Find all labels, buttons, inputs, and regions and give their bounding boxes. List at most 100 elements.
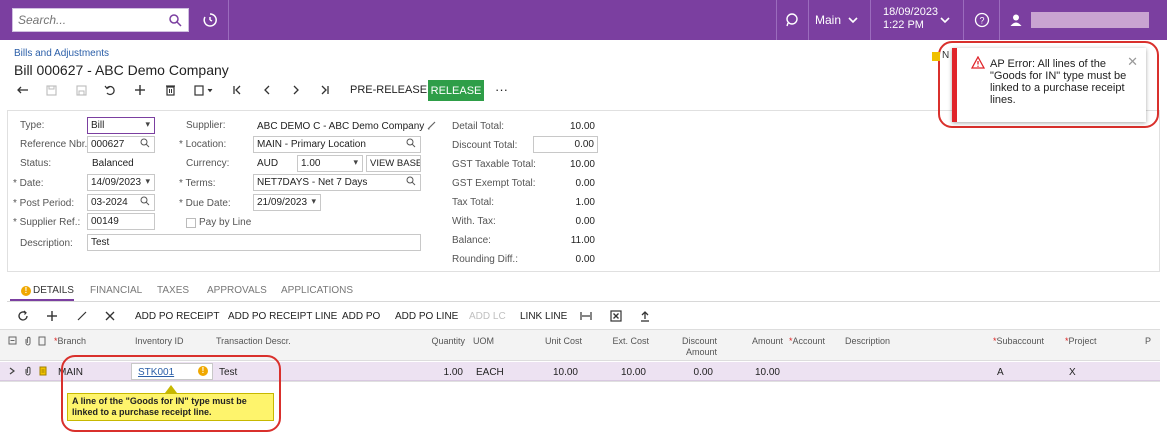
cell-subaccount[interactable]: A <box>997 367 1004 378</box>
add-icon[interactable] <box>132 82 148 98</box>
undo-icon[interactable] <box>102 82 118 98</box>
tab-details[interactable]: DETAILS <box>33 285 74 296</box>
first-record-icon[interactable] <box>229 82 245 98</box>
due-date-value: 21/09/2023 <box>257 197 308 208</box>
column-unit-cost[interactable]: Unit Cost <box>520 336 582 347</box>
status-label: Status: <box>20 158 52 169</box>
search-icon[interactable] <box>168 13 182 27</box>
row-expand-icon[interactable] <box>9 367 15 375</box>
view-base-button[interactable]: VIEW BASE <box>366 155 421 172</box>
location-field[interactable]: MAIN - Primary Location <box>253 136 421 153</box>
description-field[interactable]: Test <box>87 234 421 251</box>
column-discount-amount[interactable]: Discount Amount <box>657 336 717 358</box>
save-close-icon[interactable] <box>43 82 59 98</box>
attachment-icon[interactable] <box>24 366 32 376</box>
column-subaccount[interactable]: *Subaccount <box>993 336 1044 347</box>
notes-label[interactable]: N <box>942 50 949 61</box>
date-time[interactable]: 18/09/2023 1:22 PM <box>883 6 938 32</box>
copy-paste-menu-icon[interactable] <box>192 82 218 98</box>
edit-row-icon[interactable] <box>76 310 88 322</box>
warning-triangle-icon <box>971 56 985 69</box>
tab-approvals[interactable]: APPROVALS <box>207 285 267 296</box>
column-description[interactable]: Description <box>845 336 890 347</box>
breadcrumb[interactable]: Bills and Adjustments <box>14 48 109 59</box>
user-name-redacted[interactable] <box>1031 12 1149 28</box>
notes-icon[interactable] <box>932 52 940 61</box>
due-date-field[interactable]: 21/09/2023 ▾ <box>253 194 321 211</box>
more-actions-button[interactable]: ··· <box>495 82 508 97</box>
next-record-icon[interactable] <box>288 82 304 98</box>
add-lc-button[interactable]: ADD LC <box>469 311 506 322</box>
release-button[interactable]: RELEASE <box>428 80 484 101</box>
with-tax-value: 0.00 <box>575 216 595 227</box>
notes-icon[interactable] <box>39 366 47 376</box>
column-branch[interactable]: *Branch <box>54 336 86 347</box>
cell-amount[interactable]: 10.00 <box>722 367 780 378</box>
description-label: Description: <box>20 238 73 249</box>
pay-by-line-checkbox[interactable] <box>186 218 196 228</box>
cell-unit-cost[interactable]: 10.00 <box>520 367 578 378</box>
chevron-down-icon[interactable] <box>936 0 954 40</box>
attachment-icon <box>25 336 31 346</box>
chat-icon[interactable] <box>780 0 804 40</box>
column-amount[interactable]: Amount <box>725 336 783 347</box>
cell-project[interactable]: X <box>1069 367 1076 378</box>
refresh-icon[interactable] <box>17 310 29 322</box>
fit-columns-icon[interactable] <box>580 311 592 321</box>
history-icon[interactable] <box>196 0 224 40</box>
add-po-receipt-line-button[interactable]: ADD PO RECEIPT LINE <box>228 311 337 322</box>
add-po-button[interactable]: ADD PO <box>342 311 380 322</box>
add-po-line-button[interactable]: ADD PO LINE <box>395 311 458 322</box>
date-field[interactable]: 14/09/2023 ▾ <box>87 174 155 191</box>
add-po-receipt-button[interactable]: ADD PO RECEIPT <box>135 311 219 322</box>
terms-field[interactable]: NET7DAYS - Net 7 Days <box>253 174 421 191</box>
last-record-icon[interactable] <box>317 82 333 98</box>
tab-financial[interactable]: FINANCIAL <box>90 285 142 296</box>
supplier-ref-field[interactable]: 00149 <box>87 213 155 230</box>
previous-record-icon[interactable] <box>259 82 275 98</box>
edit-pencil-icon[interactable] <box>427 120 437 130</box>
delete-icon[interactable] <box>162 82 178 98</box>
detail-total-label: Detail Total: <box>452 121 505 132</box>
cell-uom[interactable]: EACH <box>476 367 504 378</box>
search-icon <box>140 138 150 148</box>
currency-rate-field[interactable]: 1.00 ▾ <box>297 155 363 172</box>
add-row-icon[interactable] <box>46 310 58 322</box>
column-quantity[interactable]: Quantity <box>405 336 465 347</box>
pre-release-button[interactable]: PRE-RELEASE <box>350 84 427 96</box>
column-project[interactable]: *Project <box>1065 336 1097 347</box>
user-icon[interactable] <box>1006 0 1026 40</box>
chevron-down-icon: ▾ <box>311 196 316 206</box>
tab-applications[interactable]: APPLICATIONS <box>281 285 353 296</box>
export-excel-icon[interactable] <box>610 310 622 322</box>
error-message: AP Error: All lines of the "Goods for IN… <box>990 58 1127 106</box>
search-icon <box>406 138 416 148</box>
reference-nbr-field[interactable]: 000627 <box>87 136 155 153</box>
post-period-field[interactable]: 03-2024 <box>87 194 155 211</box>
company-selector[interactable]: Main <box>814 0 860 40</box>
search-box[interactable] <box>12 8 189 32</box>
type-select[interactable]: Bill ▾ <box>87 117 155 134</box>
currency-code[interactable]: AUD <box>257 158 278 169</box>
column-ext-cost[interactable]: Ext. Cost <box>590 336 649 347</box>
upload-icon[interactable] <box>639 310 651 322</box>
help-icon[interactable]: ? <box>970 0 994 40</box>
search-input[interactable] <box>13 9 163 31</box>
tab-divider <box>7 301 1160 302</box>
column-transaction-descr[interactable]: Transaction Descr. <box>216 336 291 347</box>
link-line-button[interactable]: LINK LINE <box>520 311 567 322</box>
discount-total-field[interactable]: 0.00 <box>533 136 598 153</box>
close-icon[interactable]: ✕ <box>1127 54 1138 70</box>
cell-discount-amount[interactable]: 0.00 <box>655 367 713 378</box>
back-arrow-icon[interactable] <box>15 82 31 98</box>
tab-taxes[interactable]: TAXES <box>157 285 189 296</box>
cell-ext-cost[interactable]: 10.00 <box>588 367 646 378</box>
column-p[interactable]: P <box>1145 336 1151 347</box>
delete-row-icon[interactable] <box>105 311 115 321</box>
column-uom[interactable]: UOM <box>473 336 494 347</box>
column-inventory-id[interactable]: Inventory ID <box>135 336 184 347</box>
column-account[interactable]: *Account <box>789 336 825 347</box>
supplier-value[interactable]: ABC DEMO C - ABC Demo Company <box>257 121 424 132</box>
save-icon[interactable] <box>73 82 89 98</box>
cell-quantity[interactable]: 1.00 <box>405 367 463 378</box>
